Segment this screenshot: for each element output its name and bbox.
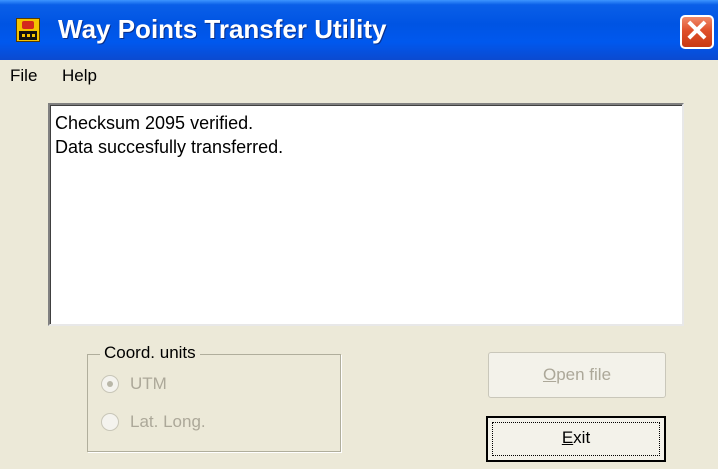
app-window: Way Points Transfer Utility ✕ File Help … xyxy=(0,0,718,469)
log-textarea[interactable]: Checksum 2095 verified. Data succesfully… xyxy=(48,103,684,326)
exit-accel: E xyxy=(561,428,574,447)
menu-help[interactable]: Help xyxy=(62,66,97,86)
log-line: Checksum 2095 verified. xyxy=(55,113,254,133)
open-file-accel: O xyxy=(542,365,557,384)
close-icon: ✕ xyxy=(684,15,710,48)
coord-units-label: Coord. units xyxy=(100,343,200,363)
log-line: Data succesfully transferred. xyxy=(55,137,284,157)
app-icon-bottom xyxy=(19,31,37,40)
radio-lat-long[interactable] xyxy=(101,413,119,431)
close-button[interactable]: ✕ xyxy=(680,15,714,49)
open-file-label: pen file xyxy=(556,365,612,384)
menu-file[interactable]: File xyxy=(10,66,37,86)
exit-label: xit xyxy=(573,428,591,447)
app-icon[interactable] xyxy=(16,18,40,42)
app-icon-top xyxy=(22,21,34,29)
menu-bar: File Help xyxy=(0,60,718,92)
radio-utm-label[interactable]: UTM xyxy=(130,374,167,394)
title-bar[interactable]: Way Points Transfer Utility ✕ xyxy=(0,0,718,60)
exit-button[interactable]: Exit xyxy=(486,416,666,462)
radio-lat-long-label[interactable]: Lat. Long. xyxy=(130,412,206,432)
coord-units-groupbox xyxy=(87,354,341,452)
radio-utm[interactable] xyxy=(101,375,119,393)
open-file-button[interactable]: Open file xyxy=(488,352,666,398)
window-title: Way Points Transfer Utility xyxy=(58,14,387,44)
